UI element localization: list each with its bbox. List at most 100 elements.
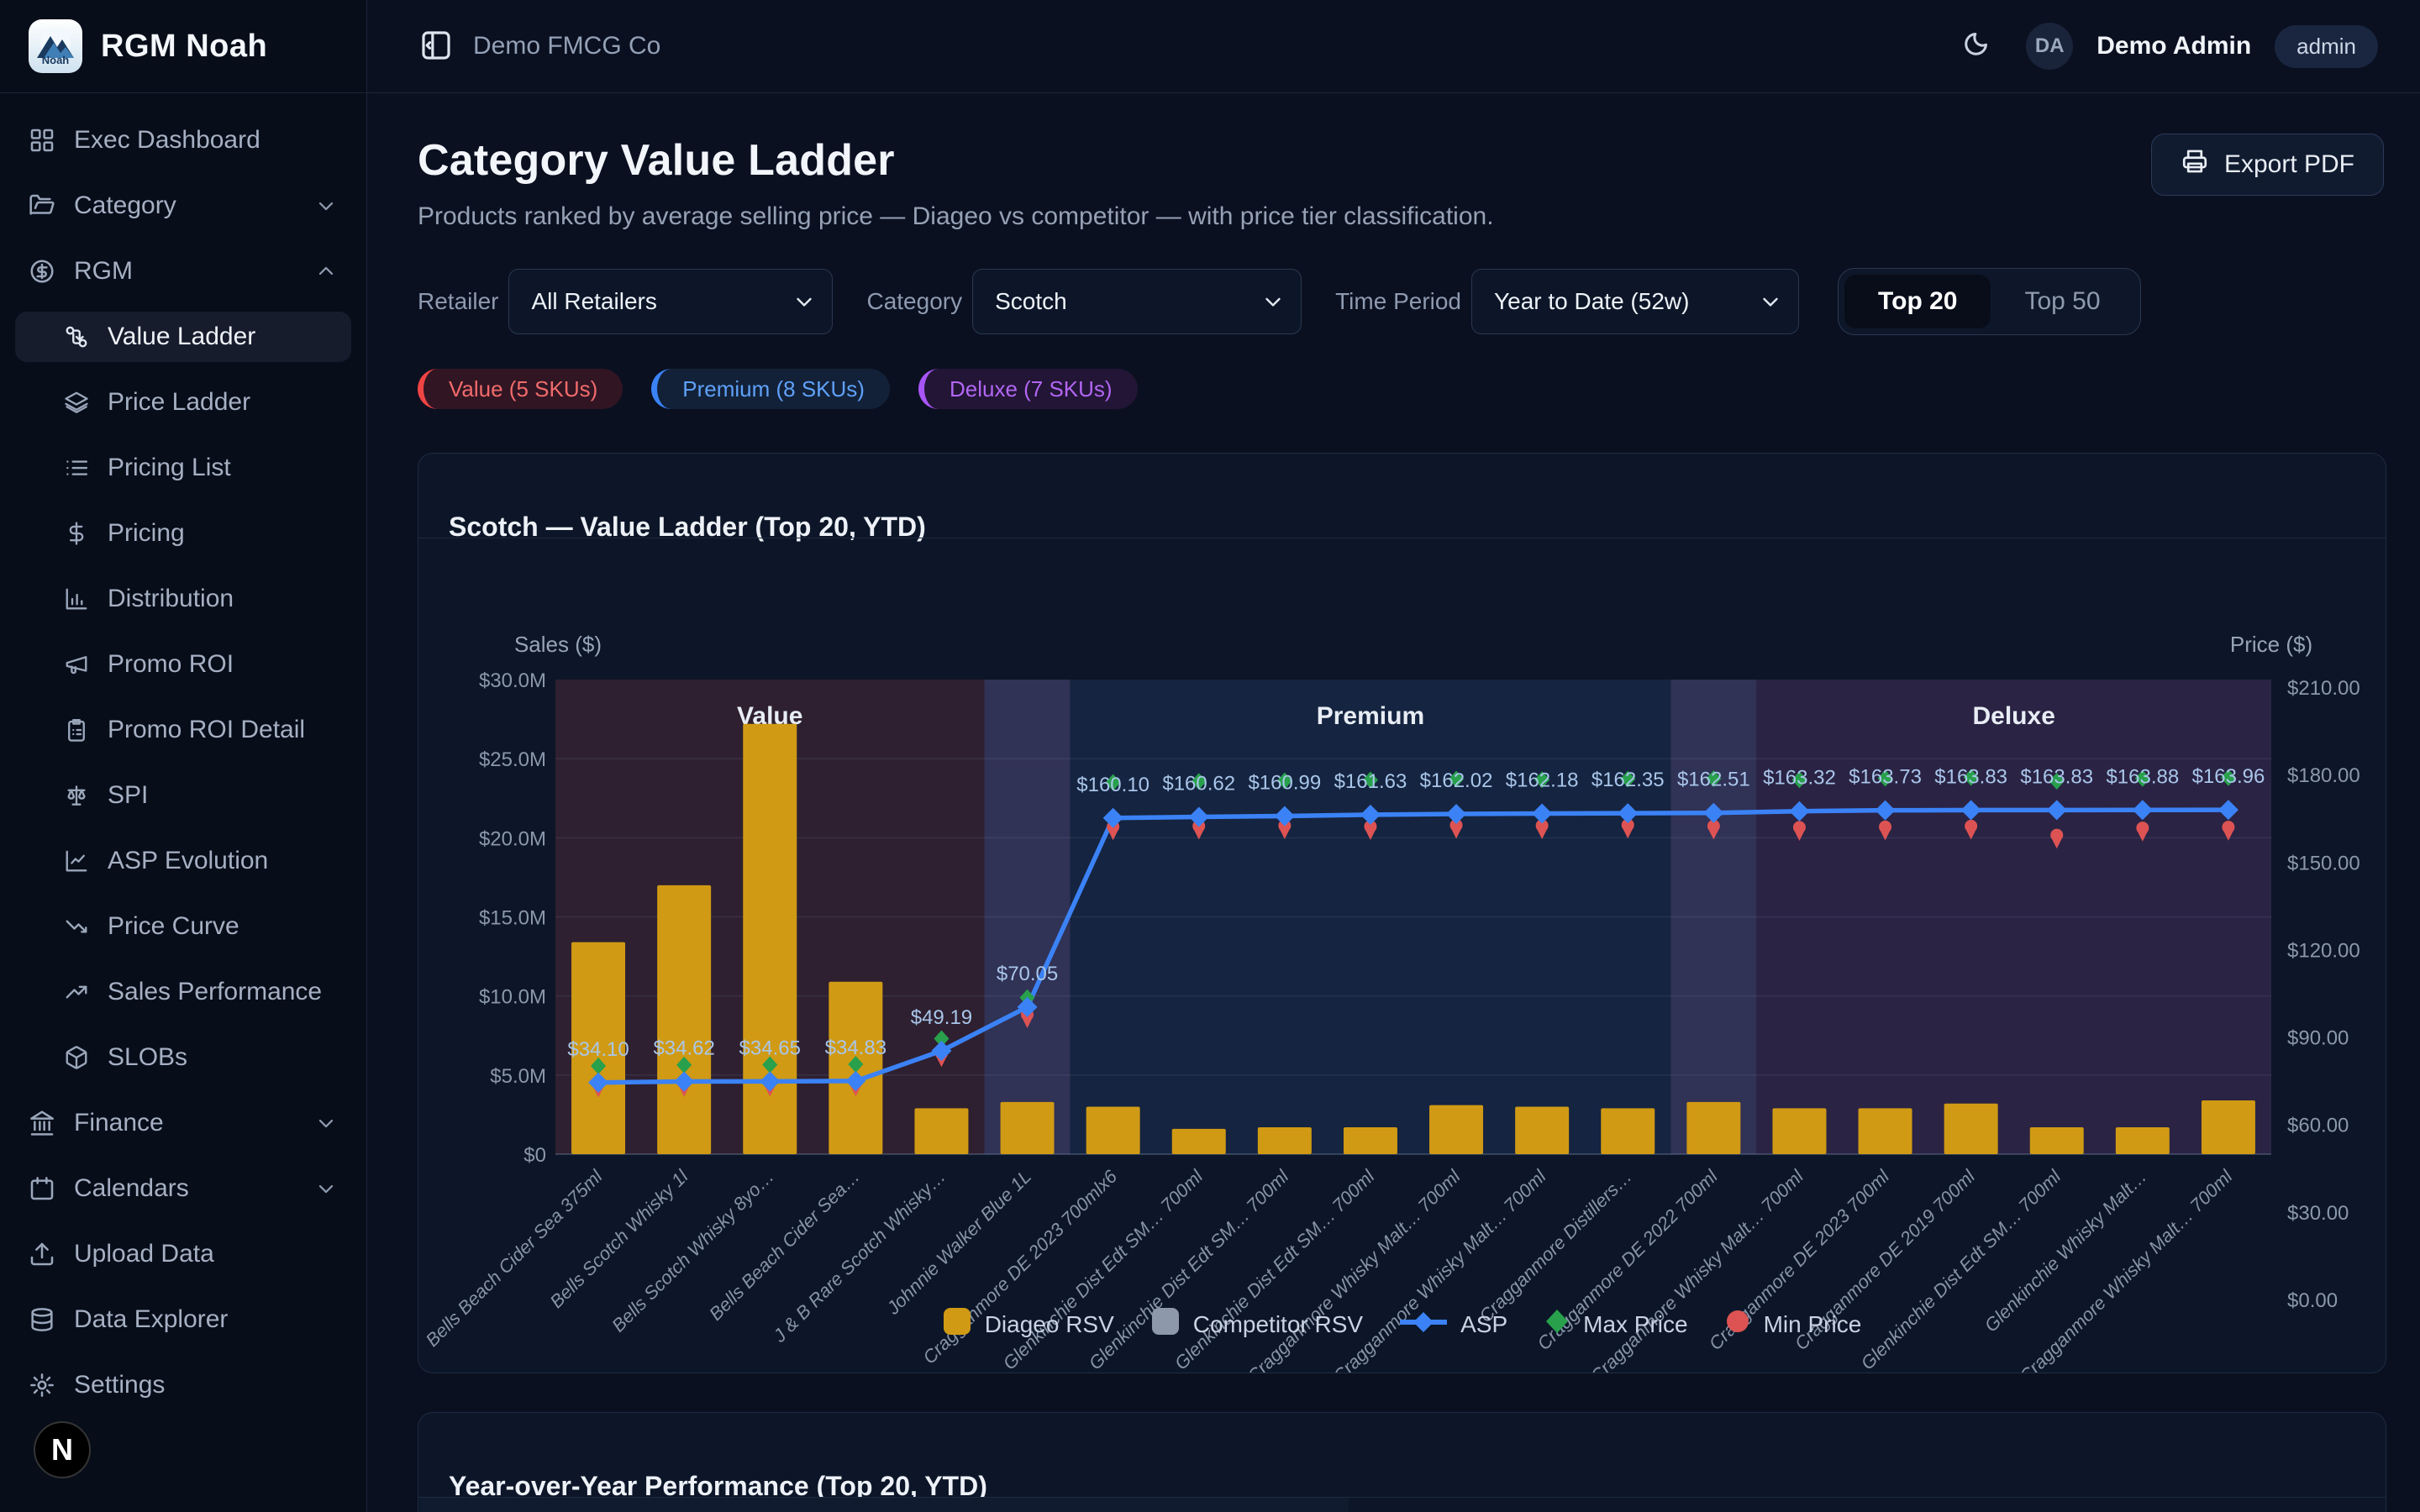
upload-icon [29, 1241, 55, 1268]
sidebar-item-calendars[interactable]: Calendars [15, 1163, 351, 1214]
diageo-rsv-bar[interactable] [1001, 1102, 1055, 1154]
asp-value-label: $34.62 [653, 1037, 714, 1059]
x-axis-label: Johnnie Walker Blue 1L [882, 1166, 1035, 1319]
sidebar-item-promo-roi[interactable]: Promo ROI [15, 639, 351, 690]
legend-min-price[interactable]: Min Price [1725, 1309, 1862, 1340]
asp-value-label: $160.99 [1248, 772, 1321, 795]
diageo-rsv-bar[interactable] [657, 885, 711, 1154]
sidebar-item-slobs[interactable]: SLOBs [15, 1032, 351, 1083]
sidebar-item-label: Distribution [108, 585, 234, 613]
sidebar-item-distribution[interactable]: Distribution [15, 574, 351, 624]
asp-value-label: $70.05 [997, 963, 1058, 985]
diageo-rsv-bar[interactable] [1686, 1102, 1740, 1154]
sidebar-item-sales-performance[interactable]: Sales Performance [15, 967, 351, 1017]
diageo-rsv-bar[interactable] [1344, 1127, 1397, 1154]
legend-label: Diageo RSV [985, 1311, 1114, 1338]
max-price-swatch-icon [1544, 1309, 1570, 1340]
diageo-rsv-bar[interactable] [2116, 1127, 2170, 1154]
left-axis-tick: $0 [523, 1144, 546, 1167]
x-axis-label: Cragganmore Distillers… [1475, 1166, 1635, 1326]
diageo-rsv-bar[interactable] [1859, 1108, 1912, 1154]
diageo-rsv-bar[interactable] [1172, 1129, 1226, 1154]
asp-value-label: $162.02 [1420, 769, 1493, 792]
sidebar-collapse-icon[interactable] [418, 28, 455, 65]
x-axis-label: Bells Scotch Whisky 1l [546, 1165, 693, 1312]
sidebar-item-pricing[interactable]: Pricing [15, 508, 351, 559]
package-icon [64, 1045, 89, 1070]
dark-mode-toggle-moon-icon[interactable] [1955, 27, 1994, 66]
tier-band-label: Deluxe [1973, 702, 2055, 730]
diageo-rsv-bar[interactable] [2202, 1100, 2255, 1154]
diageo-rsv-bar[interactable] [1258, 1127, 1312, 1154]
topbar: Demo FMCG Co DA Demo Admin admin [367, 0, 2420, 93]
sidebar-item-upload-data[interactable]: Upload Data [15, 1229, 351, 1279]
sidebar-item-promo-roi-detail[interactable]: Promo ROI Detail [15, 705, 351, 755]
svg-text:Noah: Noah [42, 54, 70, 66]
diageo-rsv-bar[interactable] [2030, 1127, 2084, 1154]
sidebar-item-finance[interactable]: Finance [15, 1098, 351, 1148]
top-n-toggle: Top 20Top 50 [1838, 268, 2141, 335]
diageo-rsv-bar[interactable] [1429, 1105, 1483, 1154]
chevron-down-icon [314, 194, 338, 218]
sidebar-item-category[interactable]: Category [15, 181, 351, 231]
legend-competitor-rsv[interactable]: Competitor RSV [1151, 1307, 1363, 1341]
category-select[interactable]: Scotch [972, 269, 1302, 334]
legend-asp[interactable]: ASP [1400, 1311, 1507, 1338]
list-icon [64, 455, 89, 480]
legend-diageo-rsv[interactable]: Diageo RSV [943, 1307, 1114, 1341]
sidebar-item-price-curve[interactable]: Price Curve [15, 901, 351, 952]
calendar-icon [29, 1175, 55, 1202]
sidebar-item-rgm[interactable]: RGM [15, 246, 351, 297]
left-axis-tick: $5.0M [490, 1065, 546, 1088]
sidebar-item-label: Value Ladder [108, 323, 255, 351]
toggle-top-20[interactable]: Top 20 [1844, 275, 1991, 328]
line-chart-icon [64, 848, 89, 874]
diageo-rsv-bar[interactable] [1515, 1107, 1569, 1155]
time-period-select[interactable]: Year to Date (52w) [1471, 269, 1799, 334]
value-ladder-card: Scotch — Value Ladder (Top 20, YTD) Valu… [418, 453, 2386, 1373]
nextjs-dev-badge[interactable]: N [34, 1421, 91, 1478]
sidebar-item-label: RGM [74, 257, 133, 286]
legend-max-price[interactable]: Max Price [1544, 1309, 1687, 1340]
toggle-top-50[interactable]: Top 50 [1991, 275, 2133, 328]
tier-badge-premium[interactable]: Premium (8 SKUs) [651, 369, 890, 409]
diageo-rsv-bar[interactable] [1772, 1108, 1826, 1154]
sidebar-item-price-ladder[interactable]: Price Ladder [15, 377, 351, 428]
sidebar-item-label: Settings [74, 1371, 165, 1399]
trend-down-icon [64, 914, 89, 939]
retailer-select[interactable]: All Retailers [508, 269, 833, 334]
asp-value-label: $160.10 [1076, 774, 1150, 796]
export-pdf-button[interactable]: Export PDF [2151, 134, 2384, 196]
git-compare-icon [64, 324, 89, 349]
sidebar-item-asp-evolution[interactable]: ASP Evolution [15, 836, 351, 886]
chevron-down-icon [314, 1111, 338, 1135]
sidebar-item-exec-dashboard[interactable]: Exec Dashboard [15, 115, 351, 165]
sidebar-item-data-explorer[interactable]: Data Explorer [15, 1294, 351, 1345]
diageo-rsv-bar[interactable] [1086, 1107, 1140, 1155]
sidebar-item-value-ladder[interactable]: Value Ladder [15, 312, 351, 362]
right-axis-tick: $150.00 [2287, 852, 2360, 874]
diageo-rsv-bar[interactable] [914, 1108, 968, 1154]
sidebar-item-spi[interactable]: SPI [15, 770, 351, 821]
chart-legend: Diageo RSV Competitor RSV ASP Max Price Min … [418, 1307, 2386, 1341]
asp-swatch-icon [1400, 1311, 1447, 1338]
megaphone-icon [64, 652, 89, 677]
brand: Noah RGM Noah [0, 0, 366, 93]
avatar[interactable]: DA [2026, 23, 2073, 70]
sidebar-nav: Exec Dashboard Category RGM Value Ladder Pri… [0, 93, 366, 1410]
sidebar-item-settings[interactable]: Settings [15, 1360, 351, 1410]
filter-bar: Retailer All Retailers Category Scotch T… [418, 268, 2420, 335]
asp-value-label: $162.18 [1506, 769, 1579, 792]
tier-badge-value[interactable]: Value (5 SKUs) [418, 369, 623, 409]
scale-icon [64, 783, 89, 808]
left-axis-tick: $20.0M [479, 827, 546, 850]
category-label: Category [866, 288, 962, 315]
diageo-rsv-bar[interactable] [1944, 1104, 1998, 1154]
asp-value-label: $163.73 [1849, 766, 1922, 789]
sidebar-item-label: SPI [108, 781, 148, 810]
diageo-rsv-bar[interactable] [1601, 1108, 1655, 1154]
tier-badge-deluxe[interactable]: Deluxe (7 SKUs) [918, 369, 1138, 409]
app-root: Noah RGM Noah Exec Dashboard Category RGM V… [0, 0, 2420, 1512]
asp-value-label: $34.65 [739, 1037, 801, 1059]
sidebar-item-pricing-list[interactable]: Pricing List [15, 443, 351, 493]
